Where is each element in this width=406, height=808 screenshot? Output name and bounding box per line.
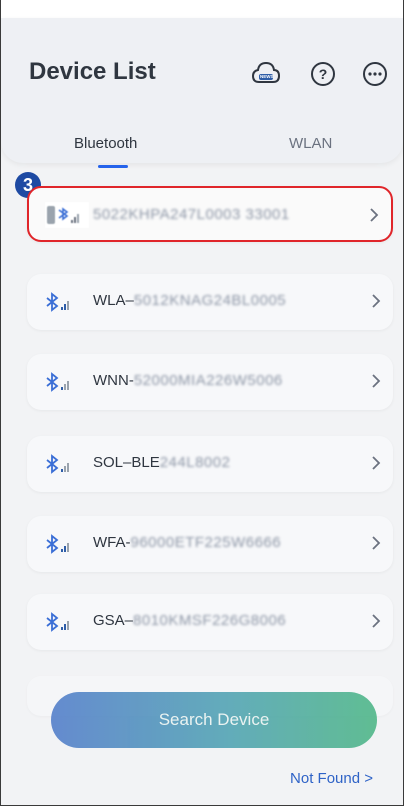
device-item-4[interactable]: SOL–BLE244L8002 — [27, 436, 393, 492]
device-item-5[interactable]: WFA-96000ETF225W6666 — [27, 516, 393, 572]
device-prefix: GSA– — [93, 612, 134, 629]
device-serial: 8010KMSF226G8006 — [133, 612, 287, 629]
cloud-news-label: NEWS — [260, 74, 274, 79]
device-serial: 52000MIA226W5006 — [133, 372, 283, 389]
device-name: WLA–5012KNAG24BL0005 — [93, 292, 286, 309]
device-name: WFA-96000ETF225W6666 — [93, 534, 281, 551]
top-strip — [1, 0, 403, 18]
tab-bluetooth[interactable]: Bluetooth — [74, 135, 137, 152]
device-prefix: WFA- — [93, 534, 131, 551]
device-serial: 96000ETF225W6666 — [130, 534, 282, 551]
help-icon[interactable]: ? — [309, 60, 337, 88]
device-prefix: WLA– — [93, 292, 134, 309]
bluetooth-signal-icon — [45, 612, 73, 632]
chevron-right-icon — [369, 292, 383, 310]
chevron-right-icon — [369, 454, 383, 472]
app-screen: Device List NEWS ? Bluetooth WLAN 3 5022… — [0, 0, 404, 806]
device-item-2[interactable]: WLA–5012KNAG24BL0005 — [27, 274, 393, 330]
device-prefix: SOL–BLE — [93, 454, 160, 471]
bluetooth-signal-icon — [45, 454, 73, 474]
not-found-link[interactable]: Not Found > — [290, 770, 373, 787]
search-device-button[interactable]: Search Device — [51, 692, 377, 748]
bluetooth-signal-icon — [45, 292, 73, 312]
device-serial: 5012KNAG24BL0005 — [133, 292, 287, 309]
device-serial: 244L8002 — [159, 454, 231, 471]
header-card: Device List NEWS ? Bluetooth WLAN — [1, 18, 403, 168]
page-title: Device List — [29, 58, 156, 85]
chevron-right-icon — [367, 206, 381, 224]
tab-wlan[interactable]: WLAN — [289, 135, 332, 152]
chevron-right-icon — [369, 612, 383, 630]
device-name: SOL–BLE244L8002 — [93, 454, 230, 471]
device-name: GSA–8010KMSF226G8006 — [93, 612, 286, 629]
device-item-6[interactable]: GSA–8010KMSF226G8006 — [27, 594, 393, 650]
svg-text:?: ? — [319, 66, 328, 82]
device-serial: 5022KHPA247L0003 33001 — [93, 206, 290, 223]
chevron-right-icon — [369, 534, 383, 552]
bluetooth-signal-icon — [45, 372, 73, 392]
chevron-right-icon — [369, 372, 383, 390]
bluetooth-signal-icon — [45, 534, 73, 554]
device-prefix: WNN- — [93, 372, 134, 389]
more-icon[interactable] — [361, 60, 389, 88]
device-name: WNN-52000MIA226W5006 — [93, 372, 283, 389]
device-item-3[interactable]: WNN-52000MIA226W5006 — [27, 354, 393, 410]
bluetooth-signal-icon — [45, 202, 89, 228]
cloud-news-icon[interactable]: NEWS — [251, 60, 281, 88]
device-item-1[interactable]: 5022KHPA247L0003 33001 — [27, 186, 393, 242]
device-name: 5022KHPA247L0003 33001 — [93, 206, 290, 223]
active-tab-indicator — [98, 165, 128, 168]
